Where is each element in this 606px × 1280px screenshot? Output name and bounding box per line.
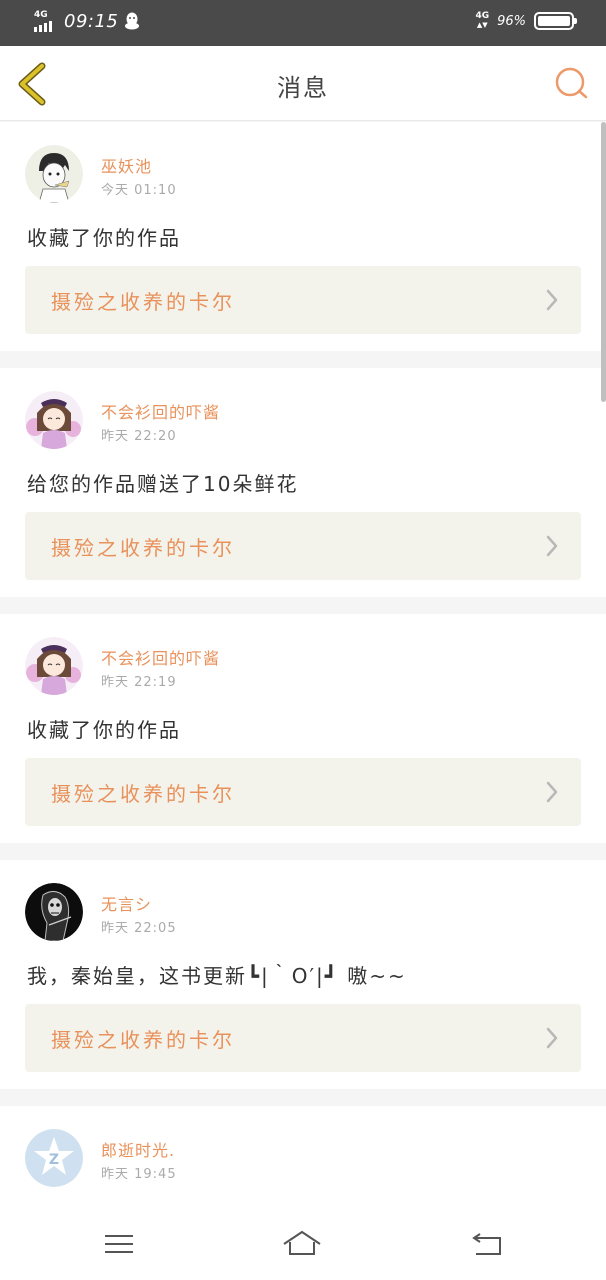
avatar[interactable] (25, 145, 83, 203)
chevron-right-icon (546, 289, 558, 311)
work-title: 摄殓之收养的卡尔 (51, 782, 235, 806)
username[interactable]: 巫妖池 (101, 153, 152, 177)
username[interactable]: 郎逝时光. (101, 1137, 175, 1161)
message-time: 今天 01:10 (101, 183, 177, 198)
chevron-right-icon (546, 781, 558, 803)
chevron-right-icon (546, 535, 558, 557)
message-list[interactable]: 巫妖池 今天 01:10 收藏了你的作品 摄殓之收养的卡尔 不会衫回的吓酱 昨天… (0, 122, 606, 1236)
message-time: 昨天 19:45 (101, 1167, 177, 1182)
username[interactable]: 不会衫回的吓酱 (101, 645, 220, 669)
system-nav-bar (0, 1208, 606, 1280)
work-link[interactable]: 摄殓之收养的卡尔 (25, 266, 581, 334)
message-text: 我，秦始皇，这书更新┗|｀O′|┛ 嗷~~ (27, 964, 407, 988)
page-title: 消息 (277, 74, 329, 102)
message-card: 巫妖池 今天 01:10 收藏了你的作品 摄殓之收养的卡尔 (0, 122, 606, 351)
work-title: 摄殓之收养的卡尔 (51, 536, 235, 560)
status-left: 4G 09:15 (34, 10, 140, 32)
scrollbar[interactable] (601, 122, 606, 402)
battery-percent: 96% (497, 13, 526, 29)
work-link[interactable]: 摄殓之收养的卡尔 (25, 512, 581, 580)
search-icon (555, 67, 588, 99)
back-icon[interactable] (468, 1228, 508, 1260)
avatar[interactable] (25, 391, 83, 449)
status-time: 09:15 (64, 10, 119, 32)
battery-icon (534, 12, 577, 30)
message-time: 昨天 22:20 (101, 429, 177, 444)
work-link[interactable]: 摄殓之收养的卡尔 (25, 1004, 581, 1072)
avatar[interactable]: Z (25, 1129, 83, 1187)
message-card: 不会衫回的吓酱 昨天 22:19 收藏了你的作品 摄殓之收养的卡尔 (0, 614, 606, 843)
username[interactable]: 无言シ (101, 891, 152, 915)
network-type-right: 4G ▲▼ (475, 11, 490, 30)
work-title: 摄殓之收养的卡尔 (51, 1028, 235, 1052)
message-time: 昨天 22:05 (101, 921, 177, 936)
message-text: 收藏了你的作品 (27, 718, 181, 742)
work-link[interactable]: 摄殓之收养的卡尔 (25, 758, 581, 826)
home-icon[interactable] (282, 1228, 322, 1260)
chevron-right-icon (546, 1027, 558, 1049)
message-text: 给您的作品赠送了10朵鲜花 (27, 472, 299, 496)
status-right: 4G ▲▼ 96% (475, 11, 577, 30)
title-bar: 消息 (0, 46, 606, 121)
svg-text:Z: Z (49, 1152, 59, 1168)
message-card: 无言シ 昨天 22:05 我，秦始皇，这书更新┗|｀O′|┛ 嗷~~ 摄殓之收养… (0, 860, 606, 1089)
avatar[interactable] (25, 637, 83, 695)
message-time: 昨天 22:19 (101, 675, 177, 690)
menu-icon[interactable] (99, 1228, 139, 1260)
message-text: 收藏了你的作品 (27, 226, 181, 250)
qq-icon (125, 12, 140, 30)
search-button[interactable] (552, 64, 592, 104)
avatar[interactable] (25, 883, 83, 941)
username[interactable]: 不会衫回的吓酱 (101, 399, 220, 423)
network-type-left: 4G (34, 10, 48, 20)
message-card: 不会衫回的吓酱 昨天 22:20 给您的作品赠送了10朵鲜花 摄殓之收养的卡尔 (0, 368, 606, 597)
signal-icon: 4G (34, 10, 58, 32)
status-bar: 4G 09:15 4G ▲▼ 96% (0, 0, 606, 46)
work-title: 摄殓之收养的卡尔 (51, 290, 235, 314)
